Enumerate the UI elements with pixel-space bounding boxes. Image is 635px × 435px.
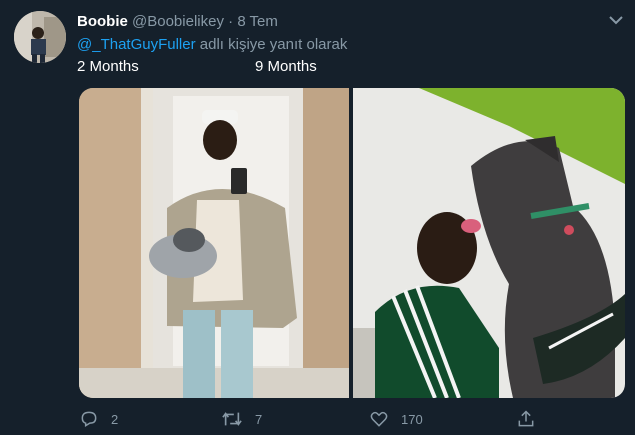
like-button[interactable]: 170 — [369, 409, 423, 429]
share-button[interactable] — [516, 409, 548, 429]
reply-count: 2 — [111, 411, 119, 427]
like-count: 170 — [401, 411, 423, 427]
retweet-icon — [222, 412, 242, 426]
reply-context-text: adlı kişiye yanıt olarak — [195, 36, 348, 53]
display-name[interactable]: Boobie — [77, 13, 128, 30]
reply-button[interactable]: 2 — [79, 409, 118, 429]
heart-icon — [370, 411, 388, 427]
media-photos — [79, 88, 625, 398]
action-bar: 2 7 170 — [0, 401, 635, 435]
reply-context: @_ThatGuyFuller adlı kişiye yanıt olarak — [77, 36, 347, 53]
separator-dot: · — [228, 13, 234, 30]
tweet-text-left: 2 Months — [77, 58, 139, 75]
retweet-count: 7 — [255, 411, 263, 427]
tweet-date[interactable]: 8 Tem — [237, 13, 278, 30]
retweet-button[interactable]: 7 — [221, 409, 262, 429]
chevron-down-icon[interactable] — [608, 14, 624, 26]
reply-mention-link[interactable]: @_ThatGuyFuller — [77, 36, 196, 53]
avatar-image — [14, 11, 66, 63]
user-handle[interactable]: @Boobielikey — [132, 13, 224, 30]
reply-icon — [81, 411, 97, 427]
media-grid — [79, 88, 625, 398]
tweet-header: Boobie @Boobielikey · 8 Tem — [77, 13, 278, 30]
photo-right[interactable] — [353, 88, 625, 398]
avatar[interactable] — [14, 11, 66, 63]
photo-left[interactable] — [79, 88, 349, 398]
tweet-text-right: 9 Months — [255, 58, 317, 75]
share-icon — [518, 410, 534, 427]
